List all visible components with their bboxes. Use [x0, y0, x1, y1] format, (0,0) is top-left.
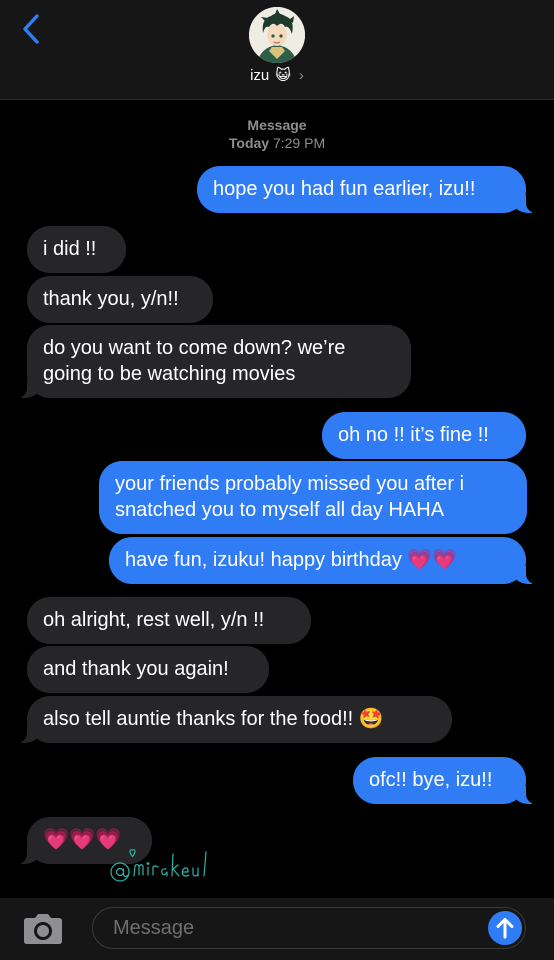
messages-screen: izu 😺 › Message Today 7:29 PM hope you h… — [0, 0, 554, 960]
contact-details-button[interactable]: izu 😺 › — [250, 66, 304, 85]
message-bubble-outgoing[interactable]: your friends probably missed you after i… — [99, 461, 527, 534]
conversation-header: izu 😺 › — [0, 0, 554, 100]
timestamp-row: Today 7:29 PM — [0, 134, 554, 152]
contact-name-row: izu 😺 › — [0, 66, 554, 85]
chevron-right-icon: › — [298, 66, 304, 84]
avatar-image — [249, 7, 305, 63]
message-text: also tell auntie thanks for the food!! 🤩 — [43, 708, 384, 730]
contact-emoji: 😺 — [275, 67, 291, 84]
message-text: oh alright, rest well, y/n !! — [43, 609, 265, 631]
message-text: do you want to come down? we’re going to… — [43, 337, 346, 385]
conversation-timestamp: Message Today 7:29 PM — [0, 116, 554, 152]
time-label: 7:29 PM — [272, 135, 326, 151]
composer-bar — [0, 898, 554, 960]
message-text: and thank you again! — [43, 658, 229, 680]
camera-button[interactable] — [21, 912, 65, 946]
chevron-left-icon — [23, 14, 39, 44]
day-label: Today — [228, 135, 270, 151]
message-bubble-outgoing[interactable]: oh no !! it’s fine !! — [322, 412, 526, 459]
message-text: i did !! — [43, 238, 97, 260]
message-text: oh no !! it’s fine !! — [338, 424, 489, 446]
message-text: ofc!! bye, izu!! — [369, 769, 493, 791]
arrow-up-icon — [496, 918, 514, 939]
message-text: your friends probably missed you after i… — [115, 473, 465, 521]
message-bubble-incoming[interactable]: i did !! — [27, 226, 126, 273]
message-text: hope you had fun earlier, izu!! — [213, 178, 476, 200]
message-bubble-outgoing[interactable]: hope you had fun earlier, izu!! — [197, 166, 536, 213]
service-label: Message — [247, 117, 307, 133]
contact-avatar[interactable] — [249, 7, 305, 63]
back-button[interactable] — [18, 12, 48, 46]
message-bubble-incoming[interactable]: and thank you again! — [27, 646, 269, 693]
message-bubble-incoming[interactable]: also tell auntie thanks for the food!! 🤩 — [17, 696, 452, 743]
message-field — [92, 907, 526, 949]
watermark-signature — [110, 849, 207, 882]
message-text: have fun, izuku! happy birthday 💗💗 — [125, 549, 458, 571]
send-button[interactable] — [488, 911, 522, 945]
message-bubble-outgoing[interactable]: have fun, izuku! happy birthday 💗💗 — [109, 537, 536, 584]
message-bubble-incoming[interactable]: thank you, y/n!! — [27, 276, 213, 323]
contact-name: izu — [250, 66, 270, 84]
message-bubble-incoming[interactable]: do you want to come down? we’re going to… — [17, 325, 411, 398]
message-bubble-outgoing[interactable]: ofc!! bye, izu!! — [353, 757, 536, 804]
message-text: 💗💗💗 — [43, 828, 122, 851]
message-bubble-incoming[interactable]: oh alright, rest well, y/n !! — [27, 597, 311, 644]
message-text: thank you, y/n!! — [43, 288, 179, 310]
message-input[interactable] — [111, 908, 475, 949]
camera-icon — [24, 914, 62, 944]
